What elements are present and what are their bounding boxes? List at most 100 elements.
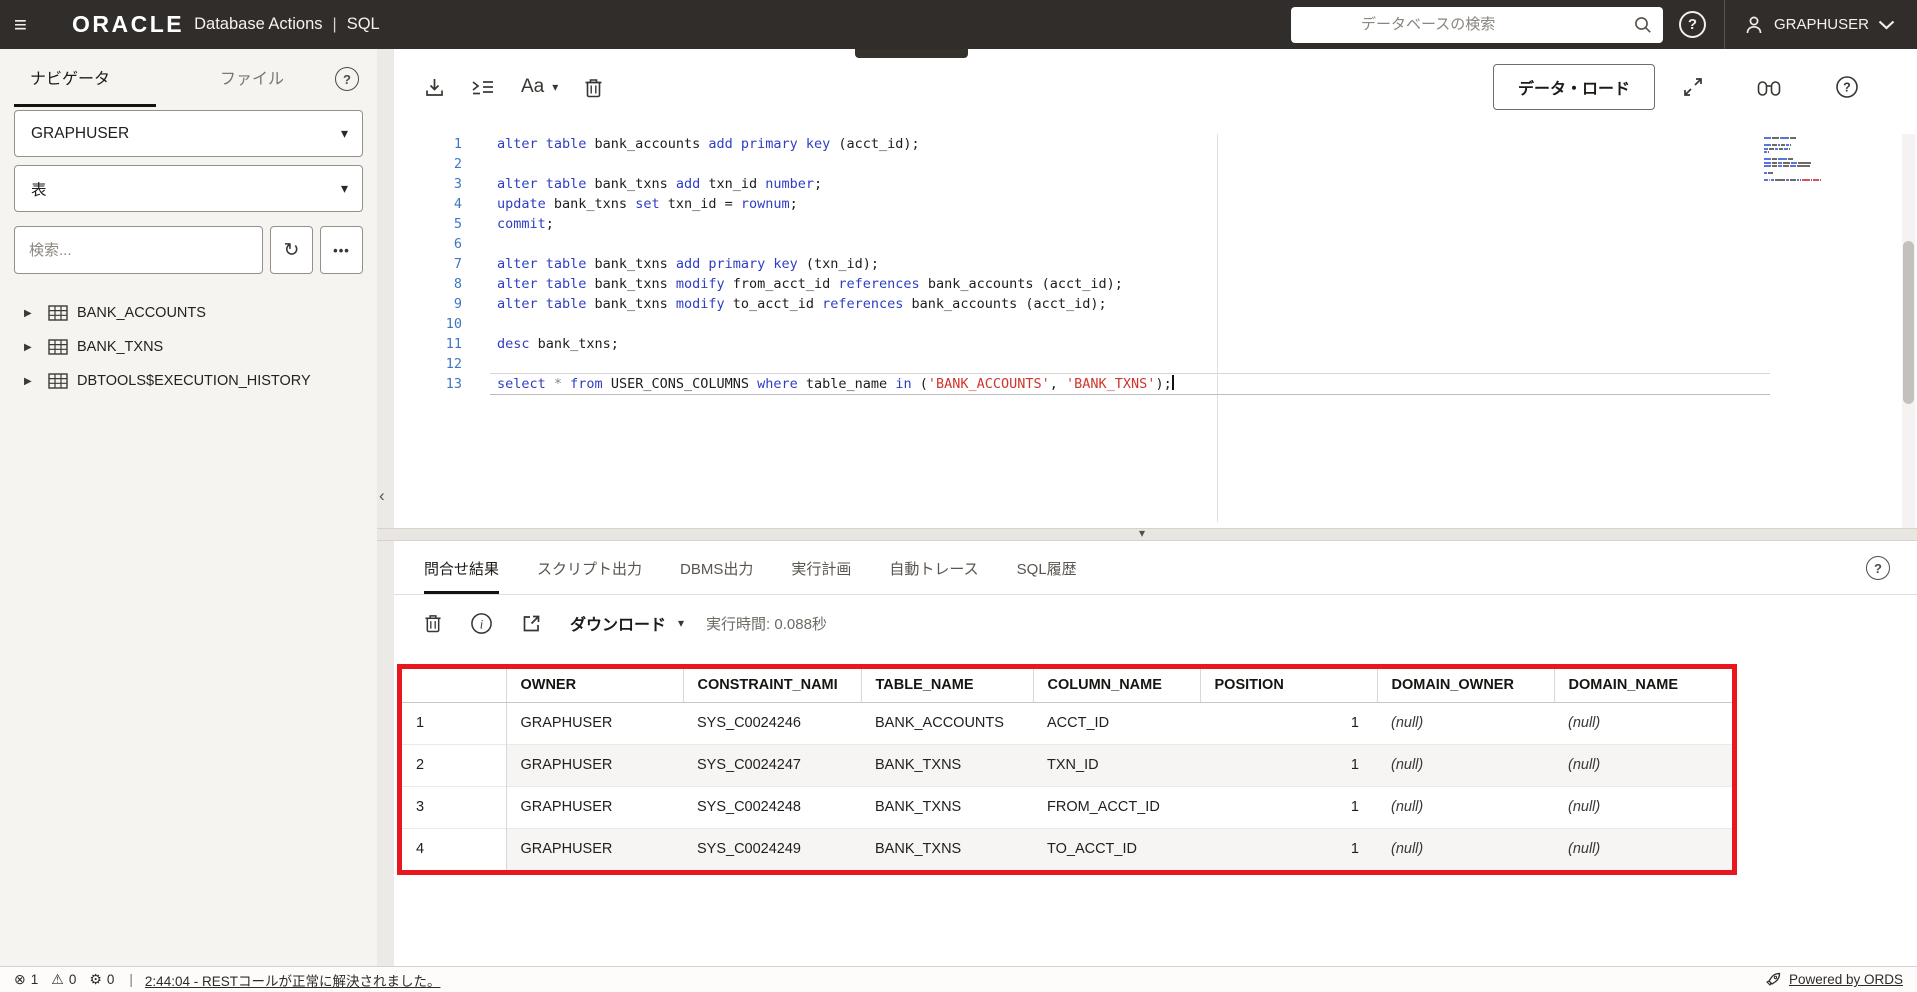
grid-cell[interactable]: FROM_ACCT_ID (1033, 786, 1200, 828)
panel-splitter[interactable]: ▾ (377, 528, 1917, 541)
chevron-down-icon[interactable]: ▾ (678, 616, 684, 630)
results-tab-dbms-output[interactable]: DBMS出力 (680, 558, 753, 594)
hamburger-menu-button[interactable]: ≡ (14, 12, 44, 38)
grid-cell[interactable]: BANK_TXNS (861, 786, 1033, 828)
grid-cell[interactable]: 1 (1200, 702, 1377, 744)
grid-row-number[interactable]: 4 (402, 828, 506, 870)
grid-row[interactable]: 2GRAPHUSERSYS_C0024247BANK_TXNSTXN_ID1(n… (402, 744, 1732, 786)
grid-column-header[interactable]: DOMAIN_OWNER (1377, 669, 1554, 702)
grid-cell[interactable]: GRAPHUSER (506, 744, 683, 786)
grid-column-header[interactable]: COLUMN_NAME (1033, 669, 1200, 702)
grid-cell[interactable]: (null) (1554, 702, 1732, 744)
code-line[interactable]: 6 (394, 234, 1897, 254)
grid-row-number[interactable]: 1 (402, 702, 506, 744)
code-line[interactable]: 8alter table bank_txns modify from_acct_… (394, 274, 1897, 294)
grid-cell[interactable]: TO_ACCT_ID (1033, 828, 1200, 870)
grid-cell[interactable]: 1 (1200, 786, 1377, 828)
grid-column-header[interactable]: DOMAIN_NAME (1554, 669, 1732, 702)
collapse-sidebar-icon[interactable]: ‹ (379, 486, 385, 506)
editor-scrollbar-thumb[interactable] (1903, 241, 1914, 404)
tree-item[interactable]: ▶DBTOOLS$EXECUTION_HISTORY (0, 364, 377, 398)
grid-cell[interactable]: BANK_TXNS (861, 828, 1033, 870)
grid-cell[interactable]: 1 (1200, 744, 1377, 786)
status-message-link[interactable]: 2:44:04 - RESTコールが正常に解決されました。 (145, 970, 441, 990)
download-button[interactable]: ダウンロード (570, 611, 666, 635)
expand-icon[interactable]: ▶ (24, 308, 48, 319)
results-tab-script-output[interactable]: スクリプト出力 (537, 558, 642, 594)
expand-icon[interactable]: ▶ (24, 342, 48, 353)
grid-cell[interactable]: 1 (1200, 828, 1377, 870)
code-line[interactable]: 9alter table bank_txns modify to_acct_id… (394, 294, 1897, 314)
schema-select[interactable]: GRAPHUSER ▾ (14, 110, 363, 157)
data-load-button[interactable]: データ・ロード (1493, 64, 1655, 110)
code-line[interactable]: 2 (394, 154, 1897, 174)
code-line[interactable]: 13select * from USER_CONS_COLUMNS where … (394, 374, 1897, 394)
database-search-input[interactable] (1291, 7, 1663, 43)
object-search-input[interactable] (14, 226, 263, 274)
grid-cell[interactable]: BANK_TXNS (861, 744, 1033, 786)
results-help-button[interactable]: ? (1866, 556, 1890, 580)
code-line[interactable]: 12 (394, 354, 1897, 374)
code-line[interactable]: 1alter table bank_accounts add primary k… (394, 134, 1897, 154)
code-line[interactable]: 11desc bank_txns; (394, 334, 1897, 354)
code-line[interactable]: 5commit; (394, 214, 1897, 234)
clear-worksheet-button[interactable] (584, 77, 603, 98)
sidebar-help-button[interactable]: ? (335, 67, 359, 91)
sidebar-tab-navigator[interactable]: ナビゲータ (30, 65, 110, 95)
results-tab-explain-plan[interactable]: 実行計画 (791, 558, 851, 594)
grid-cell[interactable]: (null) (1377, 744, 1554, 786)
editor-scrollbar[interactable] (1902, 134, 1915, 528)
grid-row[interactable]: 4GRAPHUSERSYS_C0024249BANK_TXNSTO_ACCT_I… (402, 828, 1732, 870)
tree-item[interactable]: ▶BANK_TXNS (0, 330, 377, 364)
run-script-button[interactable] (471, 77, 495, 97)
grid-column-header[interactable]: OWNER (506, 669, 683, 702)
user-menu[interactable]: GRAPHUSER (1725, 0, 1917, 49)
grid-cell[interactable]: (null) (1377, 702, 1554, 744)
grid-cell[interactable]: SYS_C0024248 (683, 786, 861, 828)
more-actions-button[interactable]: ••• (320, 226, 363, 274)
grid-cell[interactable]: (null) (1377, 786, 1554, 828)
download-worksheet-button[interactable] (424, 77, 445, 98)
results-tab-autotrace[interactable]: 自動トレース (889, 558, 978, 594)
grid-cell[interactable]: SYS_C0024249 (683, 828, 861, 870)
grid-column-header[interactable]: POSITION (1200, 669, 1377, 702)
code-line[interactable]: 4update bank_txns set txn_id = rownum; (394, 194, 1897, 214)
powered-by-ords-link[interactable]: Powered by ORDS (1789, 972, 1903, 987)
chevron-down-icon[interactable]: ▾ (552, 80, 558, 94)
header-help-button[interactable]: ? (1679, 11, 1706, 38)
worksheet-help-button[interactable]: ? (1835, 75, 1859, 99)
maximize-button[interactable] (1683, 77, 1703, 97)
find-button[interactable] (1757, 78, 1781, 97)
object-type-select[interactable]: 表 ▾ (14, 165, 363, 212)
grid-cell[interactable]: GRAPHUSER (506, 786, 683, 828)
code-line[interactable]: 3alter table bank_txns add txn_id number… (394, 174, 1897, 194)
code-editor[interactable]: 1alter table bank_accounts add primary k… (394, 134, 1897, 528)
grid-row-number[interactable]: 2 (402, 744, 506, 786)
expand-icon[interactable]: ▶ (24, 376, 48, 387)
grid-cell[interactable]: GRAPHUSER (506, 828, 683, 870)
grid-row[interactable]: 1GRAPHUSERSYS_C0024246BANK_ACCOUNTSACCT_… (402, 702, 1732, 744)
grid-column-header[interactable]: TABLE_NAME (861, 669, 1033, 702)
refresh-button[interactable]: ↻ (270, 226, 313, 274)
query-info-button[interactable]: i (470, 612, 493, 635)
grid-cell[interactable]: (null) (1554, 786, 1732, 828)
open-in-new-button[interactable] (521, 613, 542, 634)
grid-cell[interactable]: (null) (1377, 828, 1554, 870)
code-line[interactable]: 7alter table bank_txns add primary key (… (394, 254, 1897, 274)
clear-results-button[interactable] (424, 613, 442, 633)
sidebar-tab-files[interactable]: ファイル (220, 65, 284, 95)
grid-row-number[interactable]: 3 (402, 786, 506, 828)
grid-cell[interactable]: (null) (1554, 828, 1732, 870)
grid-cell[interactable]: TXN_ID (1033, 744, 1200, 786)
grid-cell[interactable]: GRAPHUSER (506, 702, 683, 744)
grid-column-header[interactable] (402, 669, 506, 702)
grid-cell[interactable]: (null) (1554, 744, 1732, 786)
grid-column-header[interactable]: CONSTRAINT_NAMI (683, 669, 861, 702)
grid-cell[interactable]: BANK_ACCOUNTS (861, 702, 1033, 744)
code-line[interactable]: 10 (394, 314, 1897, 334)
results-tab-sql-history[interactable]: SQL履歴 (1017, 558, 1077, 594)
grid-cell[interactable]: ACCT_ID (1033, 702, 1200, 744)
grid-cell[interactable]: SYS_C0024247 (683, 744, 861, 786)
editor-minimap[interactable] (1764, 137, 1830, 183)
results-tab-query-result[interactable]: 問合せ結果 (424, 558, 499, 594)
